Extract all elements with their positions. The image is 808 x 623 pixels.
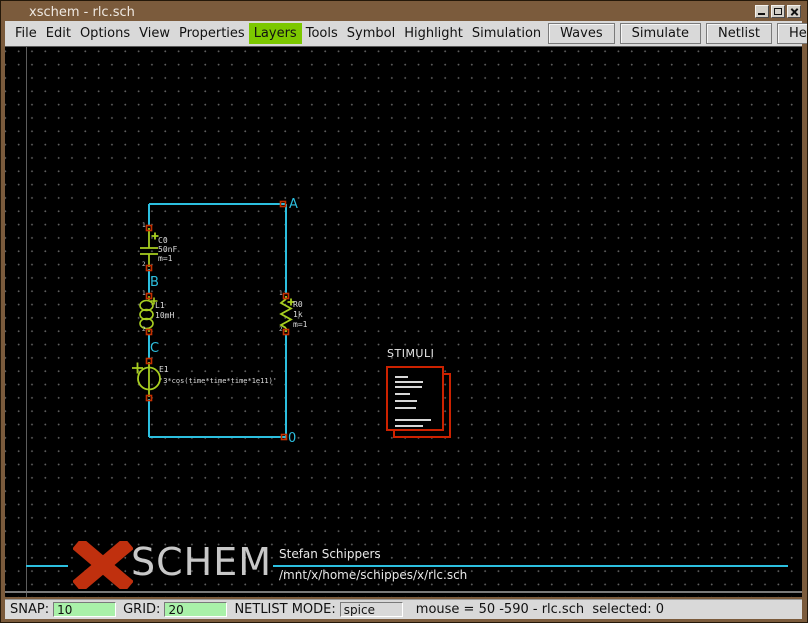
menu-options[interactable]: Options [78, 23, 132, 44]
netlist-button[interactable]: Netlist [706, 23, 772, 44]
titlebar[interactable]: xschem - rlc.sch [5, 4, 802, 21]
menu-view[interactable]: View [137, 23, 172, 44]
vsource-symbol[interactable] [132, 362, 160, 397]
maximize-button[interactable] [771, 5, 785, 18]
waves-button[interactable]: Waves [548, 23, 614, 44]
window-controls [755, 5, 801, 18]
grid-label: GRID: [123, 602, 160, 617]
menu-edit[interactable]: Edit [44, 23, 73, 44]
pin-number: 2 [142, 262, 146, 268]
menubar: File Edit Options View Properties Layers… [5, 21, 802, 47]
grid-input[interactable]: 20 [164, 602, 227, 617]
pin-number: 1 [142, 291, 146, 297]
inductor-name[interactable]: L1 [155, 302, 165, 310]
close-button[interactable] [787, 5, 801, 18]
capacitor-value[interactable]: 50nF [158, 246, 177, 254]
xschem-window: xschem - rlc.sch File Edit Options View … [0, 0, 808, 623]
pin-number: 1 [279, 291, 283, 297]
pin-number: 2 [279, 327, 283, 333]
schematic-filepath: /mnt/x/home/schippes/x/rlc.sch [279, 568, 467, 582]
menu-highlight[interactable]: Highlight [402, 23, 465, 44]
pin-number: 2 [142, 327, 146, 333]
window-title: xschem - rlc.sch [29, 5, 135, 20]
xschem-logo-x-icon [73, 541, 133, 589]
minimize-icon [758, 13, 765, 15]
inductor-value[interactable]: 10mH [155, 312, 174, 320]
resistor-name[interactable]: R0 [293, 301, 303, 309]
menu-tools[interactable]: Tools [304, 23, 340, 44]
maximize-icon [774, 8, 782, 15]
capacitor-name[interactable]: C0 [158, 237, 168, 245]
vsource-name[interactable]: E1 [159, 366, 169, 374]
resistor-value[interactable]: 1k [293, 311, 303, 319]
menu-layers[interactable]: Layers [249, 23, 302, 44]
minimize-button[interactable] [755, 5, 769, 18]
capacitor-mult[interactable]: m=1 [158, 255, 172, 263]
underline-left [26, 565, 68, 567]
net-label-gnd[interactable]: 0 [288, 432, 296, 445]
net-label-A[interactable]: A [289, 198, 298, 211]
netlist-mode-input[interactable]: spice [340, 602, 403, 617]
underline-right [273, 565, 788, 567]
resistor-mult[interactable]: m=1 [293, 321, 307, 329]
xschem-logo-text: SCHEM [131, 543, 272, 581]
mouse-status: mouse = 50 -590 - rlc.sch selected: 0 [416, 602, 664, 617]
menu-properties[interactable]: Properties [177, 23, 247, 44]
net-label-B[interactable]: B [150, 276, 159, 289]
statusbar: SNAP: 10 GRID: 20 NETLIST MODE: spice mo… [5, 599, 802, 619]
snap-input[interactable]: 10 [53, 602, 116, 617]
pin-number: 1 [142, 223, 146, 229]
net-label-C[interactable]: C [150, 342, 159, 355]
rlc-circuit [5, 47, 802, 597]
schematic-canvas[interactable]: A B C 0 C0 50nF m=1 L1 10mH E1 '3*cos(ti… [5, 47, 802, 597]
snap-label: SNAP: [10, 602, 49, 617]
wires[interactable] [149, 204, 286, 437]
stimuli-label[interactable]: STIMULI [387, 347, 434, 360]
menu-simulation[interactable]: Simulation [470, 23, 543, 44]
stimuli-symbol[interactable] [386, 366, 444, 431]
menu-symbol[interactable]: Symbol [345, 23, 397, 44]
vsource-value[interactable]: '3*cos(time*time*time*1e11)' [159, 377, 277, 385]
menu-file[interactable]: File [13, 23, 39, 44]
author-text: Stefan Schippers [279, 547, 381, 561]
simulate-button[interactable]: Simulate [620, 23, 701, 44]
netlist-mode-label: NETLIST MODE: [234, 602, 335, 617]
help-button[interactable]: Help [777, 23, 808, 44]
